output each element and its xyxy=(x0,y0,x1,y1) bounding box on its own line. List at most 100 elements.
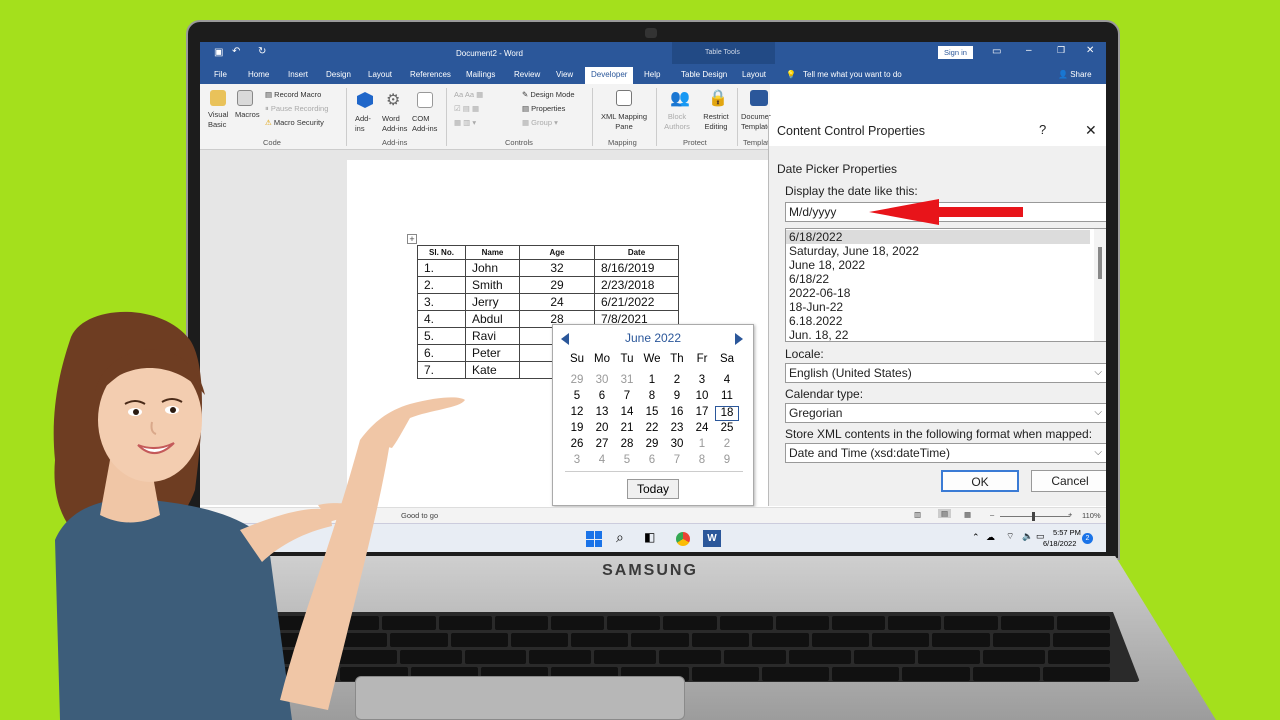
task-view-icon[interactable]: ◧ xyxy=(644,530,655,544)
list-scrollbar-thumb[interactable] xyxy=(1098,247,1102,279)
next-month-icon[interactable] xyxy=(735,333,743,345)
minimize-button[interactable]: – xyxy=(1026,45,1032,56)
macro-security-button[interactable]: ⚠ Macro Security xyxy=(265,118,324,127)
cell[interactable]: John xyxy=(465,259,520,277)
onedrive-icon[interactable]: ☁ xyxy=(986,532,995,543)
list-item[interactable]: Jun. 18, 22 xyxy=(789,328,848,341)
list-item[interactable]: 6/18/22 xyxy=(789,272,829,286)
calendar-day[interactable]: 21 xyxy=(615,422,639,434)
pause-recording-button[interactable]: ⏸ Pause Recording xyxy=(265,104,328,114)
list-item[interactable]: 18-Jun-22 xyxy=(789,300,843,314)
tab-table-design[interactable]: Table Design xyxy=(681,70,727,79)
visual-basic-icon[interactable] xyxy=(210,90,226,106)
save-icon[interactable]: ▣ xyxy=(214,47,223,58)
calendar-day-selected[interactable]: 18 xyxy=(715,406,739,421)
block-authors-icon[interactable]: 👥 xyxy=(670,88,690,108)
calendar-type-dropdown[interactable]: Gregorian ⌵ xyxy=(785,403,1106,423)
word-add-ins-button[interactable]: Word Add-ins xyxy=(382,114,410,134)
calendar-month-label[interactable]: June 2022 xyxy=(553,331,753,345)
help-button[interactable]: ? xyxy=(1039,122,1046,137)
cell[interactable]: 32 xyxy=(519,259,595,277)
block-authors-button[interactable]: Block Authors xyxy=(662,112,692,132)
document-template-button[interactable]: Document Template xyxy=(741,112,771,132)
calendar-day[interactable]: 12 xyxy=(565,406,589,418)
list-item[interactable]: Saturday, June 18, 2022 xyxy=(789,244,919,258)
calendar-day[interactable]: 4 xyxy=(715,374,739,386)
calendar-day[interactable]: 3 xyxy=(690,374,714,386)
cancel-button[interactable]: Cancel xyxy=(1031,470,1106,492)
calendar-day[interactable]: 15 xyxy=(640,406,664,418)
calendar-day[interactable]: 30 xyxy=(590,374,614,386)
cell[interactable]: 6/21/2022 xyxy=(594,293,679,311)
cell[interactable]: 8/16/2019 xyxy=(594,259,679,277)
cell[interactable]: Smith xyxy=(465,276,520,294)
search-icon[interactable]: ⌕ xyxy=(616,529,624,546)
tab-references[interactable]: References xyxy=(410,70,451,79)
calendar-day[interactable]: 11 xyxy=(715,390,739,402)
tell-me-search[interactable]: Tell me what you want to do xyxy=(803,70,902,79)
calendar-day[interactable]: 28 xyxy=(615,438,639,450)
document-template-icon[interactable] xyxy=(750,90,768,106)
notification-badge[interactable]: 2 xyxy=(1082,533,1093,544)
cell[interactable]: 2. xyxy=(417,276,466,294)
clock-time[interactable]: 5:57 PM xyxy=(1053,528,1081,537)
share-button[interactable]: 👤 Share xyxy=(1058,70,1092,79)
cell[interactable]: 1. xyxy=(417,259,466,277)
tab-layout[interactable]: Layout xyxy=(368,70,392,79)
calendar-day[interactable]: 19 xyxy=(565,422,589,434)
calendar-day[interactable]: 6 xyxy=(590,390,614,402)
store-xml-dropdown[interactable]: Date and Time (xsd:dateTime) ⌵ xyxy=(785,443,1106,463)
calendar-day[interactable]: 5 xyxy=(565,390,589,402)
tab-mailings[interactable]: Mailings xyxy=(466,70,495,79)
list-scrollbar[interactable] xyxy=(1094,229,1106,341)
text-controls-icons[interactable]: Aa Aa ▦ xyxy=(454,90,483,99)
tray-chevron-icon[interactable]: ⌃ xyxy=(972,532,980,543)
start-icon[interactable] xyxy=(586,531,602,547)
calendar-day[interactable]: 2 xyxy=(665,374,689,386)
maximize-button[interactable]: ❐ xyxy=(1057,45,1065,56)
tab-home[interactable]: Home xyxy=(248,70,269,79)
calendar-day[interactable]: 7 xyxy=(615,390,639,402)
list-item[interactable]: 6/18/2022 xyxy=(789,230,842,244)
clock-date[interactable]: 6/18/2022 xyxy=(1043,539,1076,548)
chrome-icon[interactable] xyxy=(676,532,690,546)
word-taskbar-icon[interactable]: W xyxy=(703,530,721,547)
calendar-day[interactable]: 22 xyxy=(640,422,664,434)
volume-icon[interactable]: 🔈 xyxy=(1022,531,1033,542)
calendar-day[interactable]: 14 xyxy=(615,406,639,418)
tab-review[interactable]: Review xyxy=(514,70,540,79)
calendar-day[interactable]: 24 xyxy=(690,422,714,434)
tab-table-layout[interactable]: Layout xyxy=(742,70,766,79)
zoom-slider-thumb[interactable] xyxy=(1032,512,1035,521)
table-move-handle-icon[interactable]: + xyxy=(407,234,417,244)
print-layout-icon[interactable]: ▤ xyxy=(938,509,952,518)
tab-design[interactable]: Design xyxy=(326,70,351,79)
wifi-icon[interactable]: ⌔ xyxy=(1006,531,1014,542)
calendar-day[interactable]: 6 xyxy=(640,454,664,466)
calendar-day[interactable]: 30 xyxy=(665,438,689,450)
redo-icon[interactable]: ↻ xyxy=(258,46,266,57)
list-item[interactable]: 2022-06-18 xyxy=(789,286,850,300)
calendar-day[interactable]: 1 xyxy=(640,374,664,386)
calendar-day[interactable]: 1 xyxy=(690,438,714,450)
calendar-day[interactable]: 20 xyxy=(590,422,614,434)
properties-button[interactable]: ▤ Properties xyxy=(522,104,565,113)
tab-insert[interactable]: Insert xyxy=(288,70,308,79)
calendar-day[interactable]: 9 xyxy=(715,454,739,466)
web-layout-icon[interactable]: ▦ xyxy=(964,510,971,519)
macros-button[interactable]: Macros xyxy=(235,110,260,119)
calendar-day[interactable]: 4 xyxy=(590,454,614,466)
add-ins-button[interactable]: Add-ins xyxy=(355,114,375,134)
locale-dropdown[interactable]: English (United States) ⌵ xyxy=(785,363,1106,383)
calendar-day[interactable]: 31 xyxy=(615,374,639,386)
ribbon-display-icon[interactable]: ▭ xyxy=(992,46,1001,57)
date-format-list[interactable]: 6/18/2022 Saturday, June 18, 2022 June 1… xyxy=(785,228,1106,342)
word-add-ins-icon[interactable]: ⚙ xyxy=(386,90,400,110)
calendar-day[interactable]: 5 xyxy=(615,454,639,466)
calendar-day[interactable]: 3 xyxy=(565,454,589,466)
today-button[interactable]: Today xyxy=(627,479,679,499)
legacy-tools-icons[interactable]: ▦ ▥ ▾ xyxy=(454,118,476,127)
add-ins-icon[interactable] xyxy=(357,92,373,108)
design-mode-button[interactable]: ✎ Design Mode xyxy=(522,90,575,99)
close-button[interactable]: ✕ xyxy=(1086,45,1094,56)
